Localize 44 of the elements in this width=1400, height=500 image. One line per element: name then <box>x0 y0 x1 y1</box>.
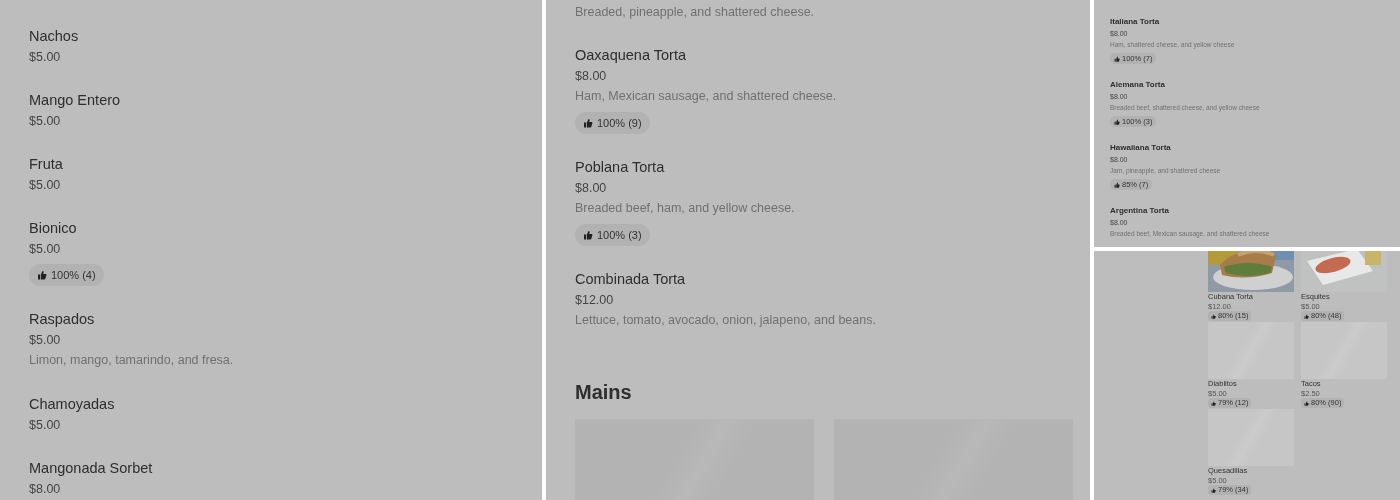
item-name[interactable]: Raspados <box>29 309 95 329</box>
item-price: $8.00 <box>575 180 607 197</box>
item-name[interactable]: Hawaiiana Torta <box>1110 142 1171 154</box>
thumbs-up-icon <box>1304 400 1309 406</box>
thumbs-up-icon <box>1304 313 1309 319</box>
item-price: $5.00 <box>29 177 61 194</box>
item-name[interactable]: Italiana Torta <box>1110 16 1160 28</box>
section-heading: Mains <box>575 380 632 405</box>
item-description: Ham, Mexican sausage, and shattered cheese. <box>575 88 837 105</box>
thumbs-up-icon <box>1211 487 1216 493</box>
item-price: $8.00 <box>29 481 61 498</box>
rating-badge: 100% (3) <box>575 224 650 246</box>
item-description: Lettuce, tomato, avocado, onion, jalapeno, and beans. <box>575 312 876 329</box>
thumbs-up-icon <box>583 118 593 128</box>
item-name[interactable]: Alemana Torta <box>1110 79 1165 91</box>
item-name[interactable]: Mangonada Sorbet <box>29 458 153 478</box>
item-price: $8.00 <box>575 68 607 85</box>
thumbs-up-icon <box>1114 118 1120 125</box>
rating-badge: 100% (9) <box>575 112 650 134</box>
item-name[interactable]: Bionico <box>29 218 77 238</box>
item-name[interactable]: Combinada Torta <box>575 269 686 289</box>
item-name[interactable]: Chamoyadas <box>29 394 115 414</box>
item-description: Limon, mango, tamarindo, and fresa. <box>29 352 234 369</box>
thumbs-up-icon <box>37 270 47 280</box>
item-description: Breaded beef, ham, and yellow cheese. <box>575 200 795 217</box>
rating-badge: 100% (4) <box>29 264 104 286</box>
item-name[interactable]: Nachos <box>29 26 79 46</box>
item-price: $12.00 <box>575 292 614 309</box>
item-name[interactable]: Mango Entero <box>29 90 121 110</box>
thumbs-up-icon <box>1114 55 1120 62</box>
item-description: Breaded, pineapple, and shattered cheese. <box>575 4 815 21</box>
item-price: $5.00 <box>29 417 61 434</box>
item-price: $5.00 <box>29 241 61 258</box>
thumbs-up-icon <box>583 230 593 240</box>
item-price: $5.00 <box>29 113 61 130</box>
item-name[interactable]: Oaxaquena Torta <box>575 45 686 65</box>
item-price: $5.00 <box>29 49 61 66</box>
item-price: $5.00 <box>29 332 61 349</box>
thumbs-up-icon <box>1211 400 1216 406</box>
thumbs-up-icon <box>1211 313 1216 319</box>
thumbs-up-icon <box>1114 181 1120 188</box>
item-name[interactable]: Argentina Torta <box>1110 205 1169 217</box>
item-name[interactable]: Fruta <box>29 154 63 174</box>
item-name[interactable]: Poblana Torta <box>575 157 665 177</box>
